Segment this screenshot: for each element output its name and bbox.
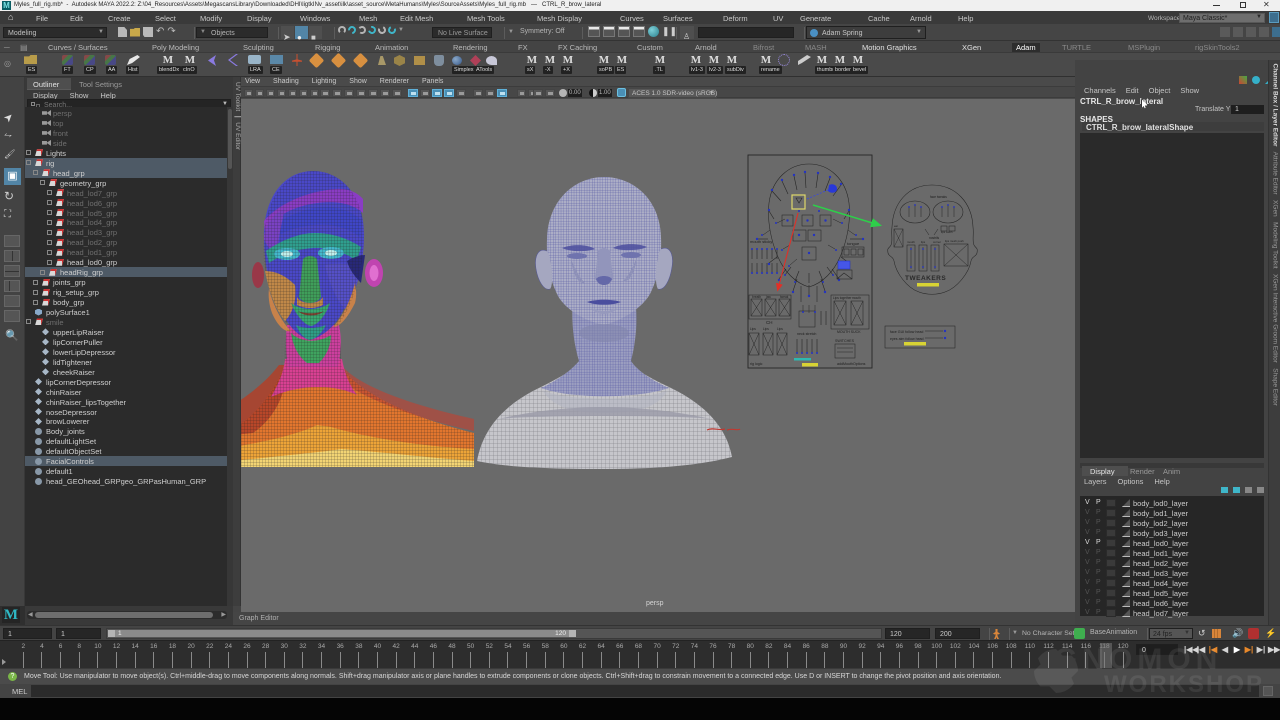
svg-text:eyes aim follow head: eyes aim follow head bbox=[890, 337, 924, 341]
svg-text:breath: breath bbox=[752, 295, 761, 299]
svg-text:neck stretch: neck stretch bbox=[797, 332, 816, 336]
svg-text:CH: CH bbox=[766, 320, 773, 325]
svg-text:Lips: Lips bbox=[750, 327, 756, 331]
svg-text:TWEAKERS: TWEAKERS bbox=[905, 275, 946, 282]
svg-text:tweak: tweak bbox=[780, 295, 789, 299]
svg-text:rig logic: rig logic bbox=[750, 362, 763, 366]
svg-text:tongue: tongue bbox=[847, 241, 860, 246]
svg-text:jaw: jaw bbox=[765, 295, 771, 299]
svg-text:Lips: Lips bbox=[777, 327, 783, 331]
svg-text:MOUTH SUCK: MOUTH SUCK bbox=[837, 330, 861, 334]
svg-text:corner: corner bbox=[933, 240, 941, 244]
svg-text:ear: ear bbox=[894, 224, 898, 228]
svg-text:SWITCHES: SWITCHES bbox=[835, 339, 855, 343]
svg-text:mouth: mouth bbox=[852, 296, 861, 300]
svg-text:addMouthOptions: addMouthOptions bbox=[837, 362, 866, 366]
svg-text:mouth: mouth bbox=[907, 240, 915, 244]
svg-text:mouth sticky: mouth sticky bbox=[750, 239, 772, 244]
svg-text:Lips: Lips bbox=[763, 327, 769, 331]
svg-text:face tweaks: face tweaks bbox=[930, 195, 947, 199]
svg-text:lips: lips bbox=[921, 240, 926, 244]
svg-text:lips mesh push: lips mesh push bbox=[945, 239, 964, 243]
svg-text:Lips together: Lips together bbox=[833, 296, 852, 300]
svg-text:face GUI follow head: face GUI follow head bbox=[890, 330, 923, 334]
